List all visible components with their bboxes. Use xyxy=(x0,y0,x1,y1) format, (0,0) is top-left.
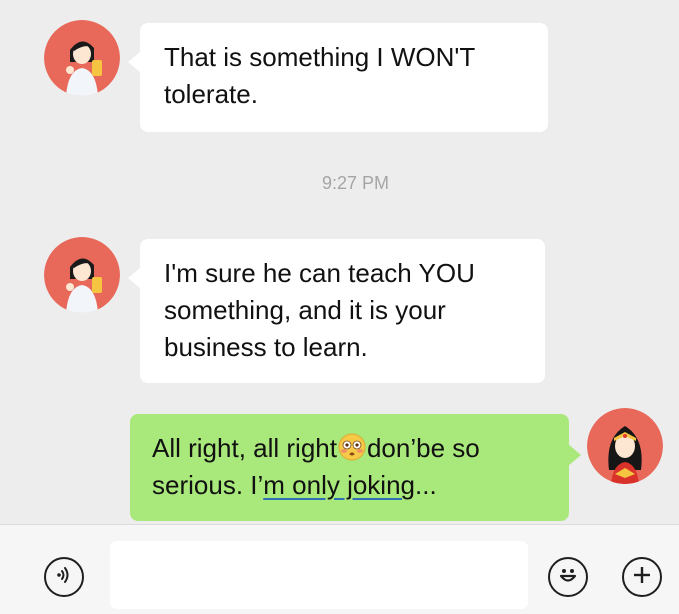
incoming-message[interactable]: I'm sure he can teach YOU something, and… xyxy=(128,239,545,383)
my-avatar[interactable] xyxy=(587,408,663,484)
timestamp: 9:27 PM xyxy=(321,173,390,193)
message-text: That is something I WON'T tolerate. xyxy=(164,42,475,109)
message-text: All right, all right xyxy=(152,433,337,463)
contact-avatar[interactable] xyxy=(44,237,120,313)
more-button[interactable] xyxy=(622,557,662,597)
message-text: ... xyxy=(415,470,437,500)
message-text: I'm sure he can teach YOU something, and… xyxy=(164,258,475,362)
message-input[interactable] xyxy=(110,541,528,609)
input-bar xyxy=(0,524,679,614)
plus-icon xyxy=(631,564,653,591)
voice-button[interactable] xyxy=(44,557,84,597)
voice-icon xyxy=(53,564,75,591)
incoming-message[interactable]: That is something I WON'T tolerate. xyxy=(128,23,548,132)
flushed-face-emoji xyxy=(338,433,366,461)
smiley-icon xyxy=(555,562,581,593)
message-text-underlined: m only joking xyxy=(263,470,415,500)
contact-avatar[interactable] xyxy=(44,20,120,96)
emoji-button[interactable] xyxy=(548,557,588,597)
outgoing-message[interactable]: All right, all right don’be so serious. I… xyxy=(130,414,581,521)
chat-area[interactable]: That is something I WON'T tolerate. 9:27… xyxy=(0,0,679,524)
